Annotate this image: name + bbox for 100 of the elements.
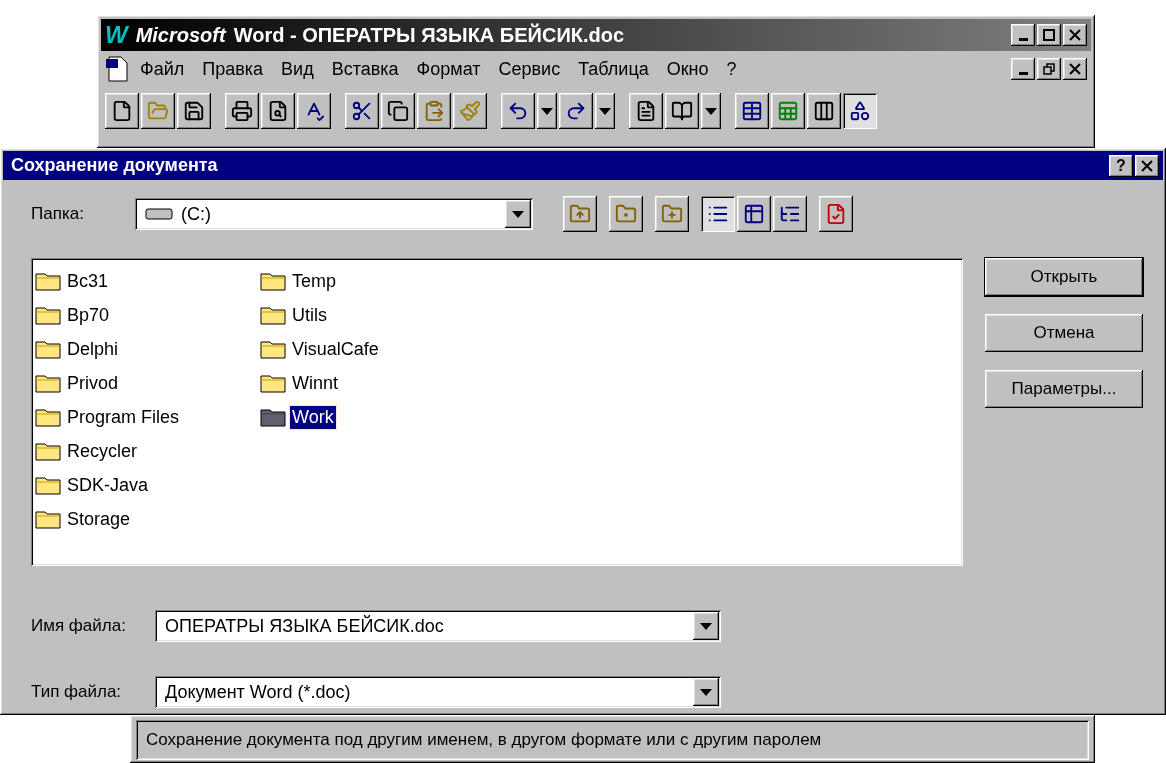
toolbar-button[interactable] (417, 93, 451, 129)
close-button[interactable] (1063, 24, 1087, 46)
toolbar-button[interactable] (655, 196, 689, 232)
dialog-button[interactable]: Отмена (985, 314, 1143, 352)
file-check-icon (825, 203, 847, 225)
folder-icon (35, 407, 61, 427)
menu-item[interactable]: Вставка (324, 56, 406, 82)
minimize-icon (1018, 71, 1028, 75)
folder-item[interactable]: VisualCafe (290, 337, 381, 361)
file-icon (111, 100, 133, 122)
app-logo: W (105, 21, 128, 49)
toolbar-button[interactable] (345, 93, 379, 129)
view-button[interactable] (773, 196, 807, 232)
folder-item[interactable]: Privod (65, 371, 121, 395)
folder-item[interactable]: Bc31 (65, 269, 111, 293)
filetype-value: Документ Word (*.doc) (164, 681, 352, 703)
menu-item[interactable]: Правка (195, 56, 271, 82)
dropdown-button[interactable] (693, 678, 719, 706)
filetype-label: Тип файла: (31, 682, 123, 702)
dropdown-button[interactable] (701, 93, 721, 129)
menu-item[interactable]: Таблица (571, 56, 656, 82)
toolbar-button[interactable] (559, 93, 593, 129)
help-button[interactable]: ? (1109, 154, 1133, 177)
toolbar-button[interactable] (771, 93, 805, 129)
toolbar-button[interactable] (735, 93, 769, 129)
menu-item[interactable]: Сервис (491, 56, 568, 82)
toolbar-button[interactable] (807, 93, 841, 129)
folder-combo[interactable]: (C:) (135, 198, 533, 230)
toolbar-button[interactable] (177, 93, 211, 129)
document-icon (635, 100, 657, 122)
caret-icon (700, 688, 712, 696)
folder-item[interactable]: Program Files (65, 405, 182, 429)
brand-name: Microsoft (135, 23, 226, 47)
filename-field[interactable]: ОПЕРАТРЫ ЯЗЫКА БЕЙСИК.doc (155, 610, 721, 642)
toolbar-button[interactable] (297, 93, 331, 129)
close-button[interactable] (1063, 58, 1087, 80)
dialog-button[interactable]: Параметры... (985, 370, 1143, 408)
preview-icon (267, 100, 289, 122)
view-button[interactable] (737, 196, 771, 232)
new-folder-icon (661, 203, 683, 225)
folder-item[interactable]: Work (290, 405, 336, 429)
close-icon (1069, 29, 1081, 41)
folder-label: Папка: (31, 204, 85, 224)
folder-item[interactable]: Utils (290, 303, 329, 327)
dropdown-button[interactable] (537, 93, 557, 129)
folder-icon (35, 441, 61, 461)
columns-icon (813, 100, 835, 122)
restore-button[interactable] (1037, 58, 1061, 80)
minimize-button[interactable] (1011, 24, 1035, 46)
folder-item[interactable]: SDK-Java (65, 473, 151, 497)
folder-item[interactable]: Temp (290, 269, 338, 293)
caret-icon (512, 210, 524, 218)
window-title: Word - ОПЕРАТРЫ ЯЗЫКА БЕЙСИК.doc (233, 23, 626, 47)
toolbar-button[interactable] (609, 196, 643, 232)
toolbar-button[interactable] (453, 93, 487, 129)
caret-icon (541, 107, 553, 115)
folder-item[interactable]: Delphi (65, 337, 121, 361)
toolbar-button[interactable] (381, 93, 415, 129)
undo-icon (507, 100, 529, 122)
close-icon (1141, 159, 1153, 172)
spreadsheet-icon (777, 100, 799, 122)
drawing-button[interactable] (843, 93, 877, 129)
folder-item[interactable]: Winnt (290, 371, 340, 395)
toolbar-button[interactable] (819, 196, 853, 232)
toolbar-button[interactable] (261, 93, 295, 129)
printer-icon (231, 100, 253, 122)
status-text: Сохранение документа под другим именем, в другом формате или с другим паролем (136, 720, 1089, 760)
redo-icon (565, 100, 587, 122)
folder-item[interactable]: Storage (65, 507, 133, 531)
toolbar-button[interactable] (665, 93, 699, 129)
menu-item[interactable]: Окно (659, 56, 716, 82)
maximize-button[interactable] (1037, 24, 1061, 46)
toolbar-button[interactable] (501, 93, 535, 129)
menu-item[interactable]: Файл (133, 56, 192, 82)
toolbar-button[interactable] (105, 93, 139, 129)
dropdown-button[interactable] (595, 93, 615, 129)
toolbar-button[interactable] (629, 93, 663, 129)
dropdown-button[interactable] (693, 612, 719, 640)
toolbar-button[interactable] (141, 93, 175, 129)
dialog-button[interactable]: Открыть (985, 258, 1143, 296)
menu-item[interactable]: ? (719, 56, 744, 82)
shapes-icon (849, 100, 871, 122)
toolbar-button[interactable] (563, 196, 597, 232)
folder-icon (260, 271, 286, 291)
menu-item[interactable]: Формат (409, 56, 488, 82)
folder-item[interactable]: Bp70 (65, 303, 112, 327)
drive-icon (145, 208, 173, 220)
maximize-icon (1043, 29, 1055, 41)
close-button[interactable] (1135, 154, 1159, 177)
caret-icon (599, 107, 611, 115)
filetype-combo[interactable]: Документ Word (*.doc) (155, 676, 721, 708)
caret-icon (700, 622, 712, 630)
folder-item[interactable]: Recycler (65, 439, 139, 463)
toolbar-button[interactable] (225, 93, 259, 129)
menu-item[interactable]: Вид (274, 56, 321, 82)
minimize-button[interactable] (1011, 58, 1035, 80)
paste-icon (423, 100, 445, 122)
copy-icon (387, 100, 409, 122)
dropdown-button[interactable] (505, 200, 531, 228)
view-button[interactable] (701, 196, 735, 232)
